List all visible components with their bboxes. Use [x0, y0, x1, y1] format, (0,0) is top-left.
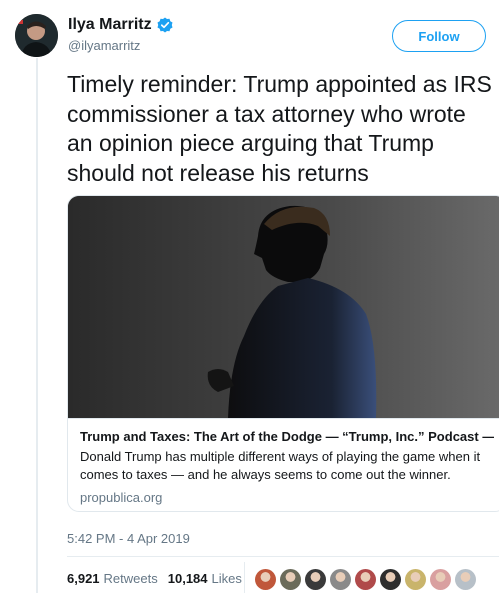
display-name[interactable]: Ilya Marritz: [68, 16, 152, 34]
thread-line: [36, 58, 38, 593]
liker-avatar[interactable]: [330, 569, 351, 590]
likes-count[interactable]: 10,184: [168, 571, 208, 586]
liker-avatar[interactable]: [305, 569, 326, 590]
tweet-timestamp[interactable]: 5:42 PM - 4 Apr 2019: [67, 531, 190, 546]
retweets-label[interactable]: Retweets: [104, 571, 158, 586]
tweet-stats: 6,921 Retweets 10,184 Likes: [67, 571, 252, 586]
verified-badge-icon: [157, 17, 173, 33]
card-title[interactable]: Trump and Taxes: The Art of the Dodge — …: [80, 429, 494, 444]
silhouette-photo: [68, 196, 499, 418]
card-image: [68, 196, 499, 418]
divider: [67, 556, 499, 557]
user-handle[interactable]: @ilyamarritz: [68, 38, 140, 53]
card-description: Donald Trump has multiple different ways…: [80, 449, 481, 482]
avatar[interactable]: [15, 14, 58, 57]
liker-avatar[interactable]: [380, 569, 401, 590]
liker-avatar[interactable]: [455, 569, 476, 590]
stats-separator: [244, 562, 245, 593]
retweets-count[interactable]: 6,921: [67, 571, 100, 586]
link-card[interactable]: Trump and Taxes: The Art of the Dodge — …: [67, 195, 499, 512]
liker-avatar[interactable]: [405, 569, 426, 590]
liker-avatar[interactable]: [255, 569, 276, 590]
tweet-text: Timely reminder: Trump appointed as IRS …: [67, 71, 492, 186]
liker-avatar[interactable]: [280, 569, 301, 590]
follow-button[interactable]: Follow: [392, 20, 486, 52]
card-domain[interactable]: propublica.org: [80, 490, 494, 505]
liker-avatars: [255, 569, 480, 590]
liker-avatar[interactable]: [430, 569, 451, 590]
likes-label[interactable]: Likes: [212, 571, 242, 586]
avatar-image: [15, 14, 58, 57]
liker-avatar[interactable]: [355, 569, 376, 590]
